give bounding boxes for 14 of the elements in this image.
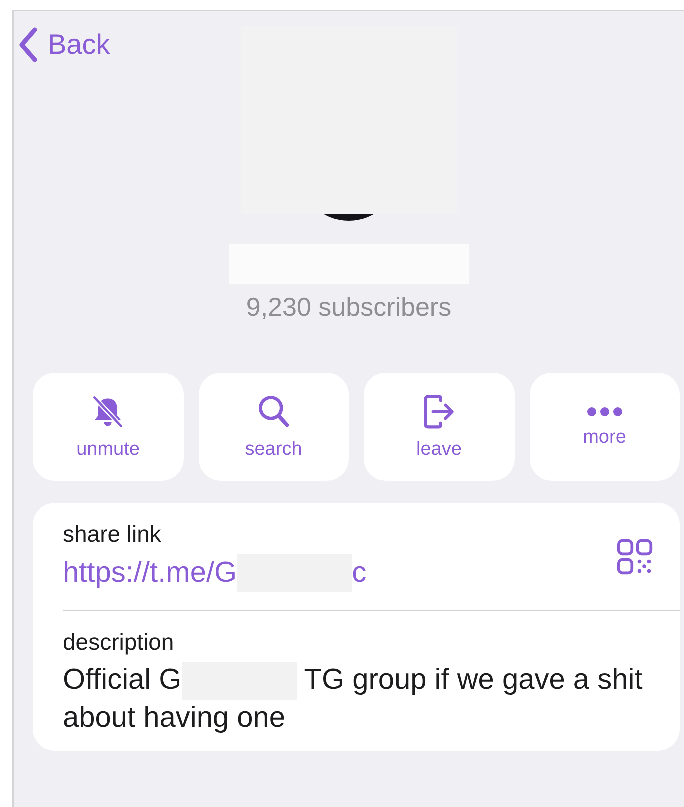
description-text: Official G TG group if we gave a shit about having one (63, 662, 644, 736)
qr-code-icon[interactable] (616, 538, 654, 576)
more-button[interactable]: more (530, 373, 680, 481)
leave-button[interactable]: leave (364, 373, 514, 481)
link-text[interactable]: https://t.me/G (63, 556, 238, 590)
share-link-label: share link (63, 521, 162, 548)
subscriber-count: 9,230 subscribers (245, 292, 453, 323)
search-button[interactable]: search (198, 373, 349, 481)
back-button[interactable]: Back (18, 27, 110, 63)
chevron-left-icon (18, 27, 38, 63)
more-dots-icon (584, 405, 625, 419)
unmute-button[interactable]: unmute (33, 373, 184, 481)
link-text[interactable]: c (352, 556, 367, 590)
description-label: description (63, 629, 176, 656)
